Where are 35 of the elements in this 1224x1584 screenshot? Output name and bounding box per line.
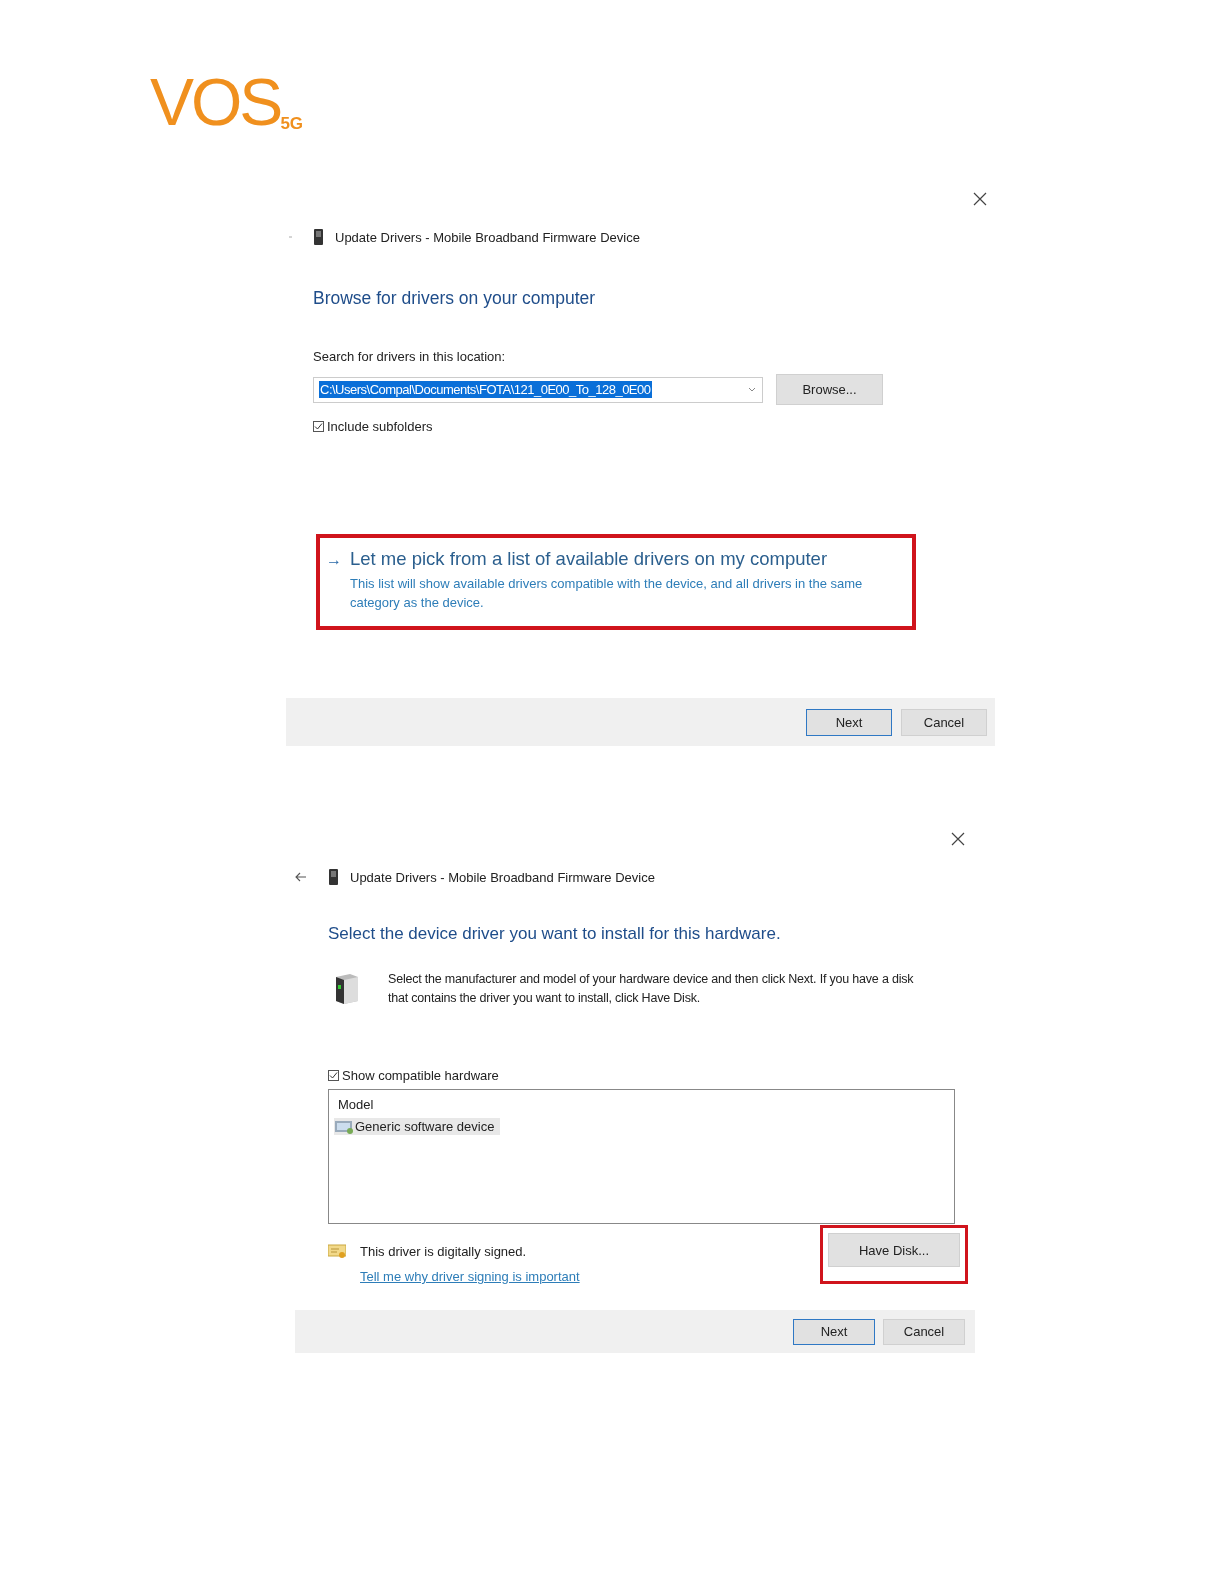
browse-button[interactable]: Browse... — [776, 374, 883, 405]
column-header: Model — [338, 1097, 375, 1112]
certificate-icon — [328, 1244, 346, 1259]
driver-signing-link[interactable]: Tell me why driver signing is important — [360, 1269, 580, 1284]
dialog-title: Update Drivers - Mobile Broadband Firmware Device — [335, 229, 640, 245]
device-icon — [314, 229, 323, 245]
option-title: Let me pick from a list of available drivers on my computer — [350, 548, 828, 570]
close-icon[interactable] — [951, 832, 965, 846]
next-button[interactable]: Next — [793, 1318, 875, 1345]
cancel-button[interactable]: Cancel — [883, 1318, 965, 1345]
location-combo-field[interactable]: C:\Users\Compal\Documents\FOTA\121_0E00_To_128_0E00 — [313, 376, 763, 403]
close-icon[interactable] — [973, 192, 987, 206]
location-label: Search for drivers in this location: — [313, 349, 507, 364]
option-description: This list will show available drivers compatible with the device, and all drivers in the same category as the device. — [350, 575, 864, 612]
dialog-title: Update Drivers - Mobile Broadband Firmware Device — [350, 869, 655, 885]
checkbox-label: Show compatible hardware — [342, 1068, 499, 1083]
driver-list-option[interactable]: → Let me pick from a list of available drivers on my computer This list will show available drivers compatible with the device, and all drivers in the same category as the device. — [316, 534, 916, 630]
list-item[interactable]: Generic software device — [334, 1118, 501, 1135]
have-disk-button[interactable]: Have Disk... — [828, 1233, 960, 1267]
checkbox[interactable] — [313, 421, 324, 432]
dialog-heading: Browse for drivers on your computer — [313, 288, 597, 309]
instruction-text: Select the manufacturer and model of your hardware device and then click Next. If you have a disk that contains the driver you want to install, click Have Disk. — [388, 971, 915, 1007]
logo-wordmark: VOS — [150, 72, 281, 132]
device-icon — [335, 1119, 353, 1134]
back-arrow-icon[interactable] — [295, 872, 307, 882]
logo-tagline: 5G — [280, 114, 304, 134]
dialog-heading: Select the device driver you want to install for this hardware. — [328, 924, 782, 944]
signature-status-text: This driver is digitally signed. — [360, 1244, 527, 1259]
arrow-glyph: → — [326, 551, 342, 569]
cancel-button[interactable]: Cancel — [901, 708, 987, 736]
checkbox-label: Include subfolders — [327, 419, 433, 434]
device-icon — [329, 869, 338, 885]
dropdown-chevron-icon[interactable] — [748, 387, 756, 392]
next-button[interactable]: Next — [806, 708, 892, 736]
checkbox[interactable] — [328, 1070, 339, 1081]
